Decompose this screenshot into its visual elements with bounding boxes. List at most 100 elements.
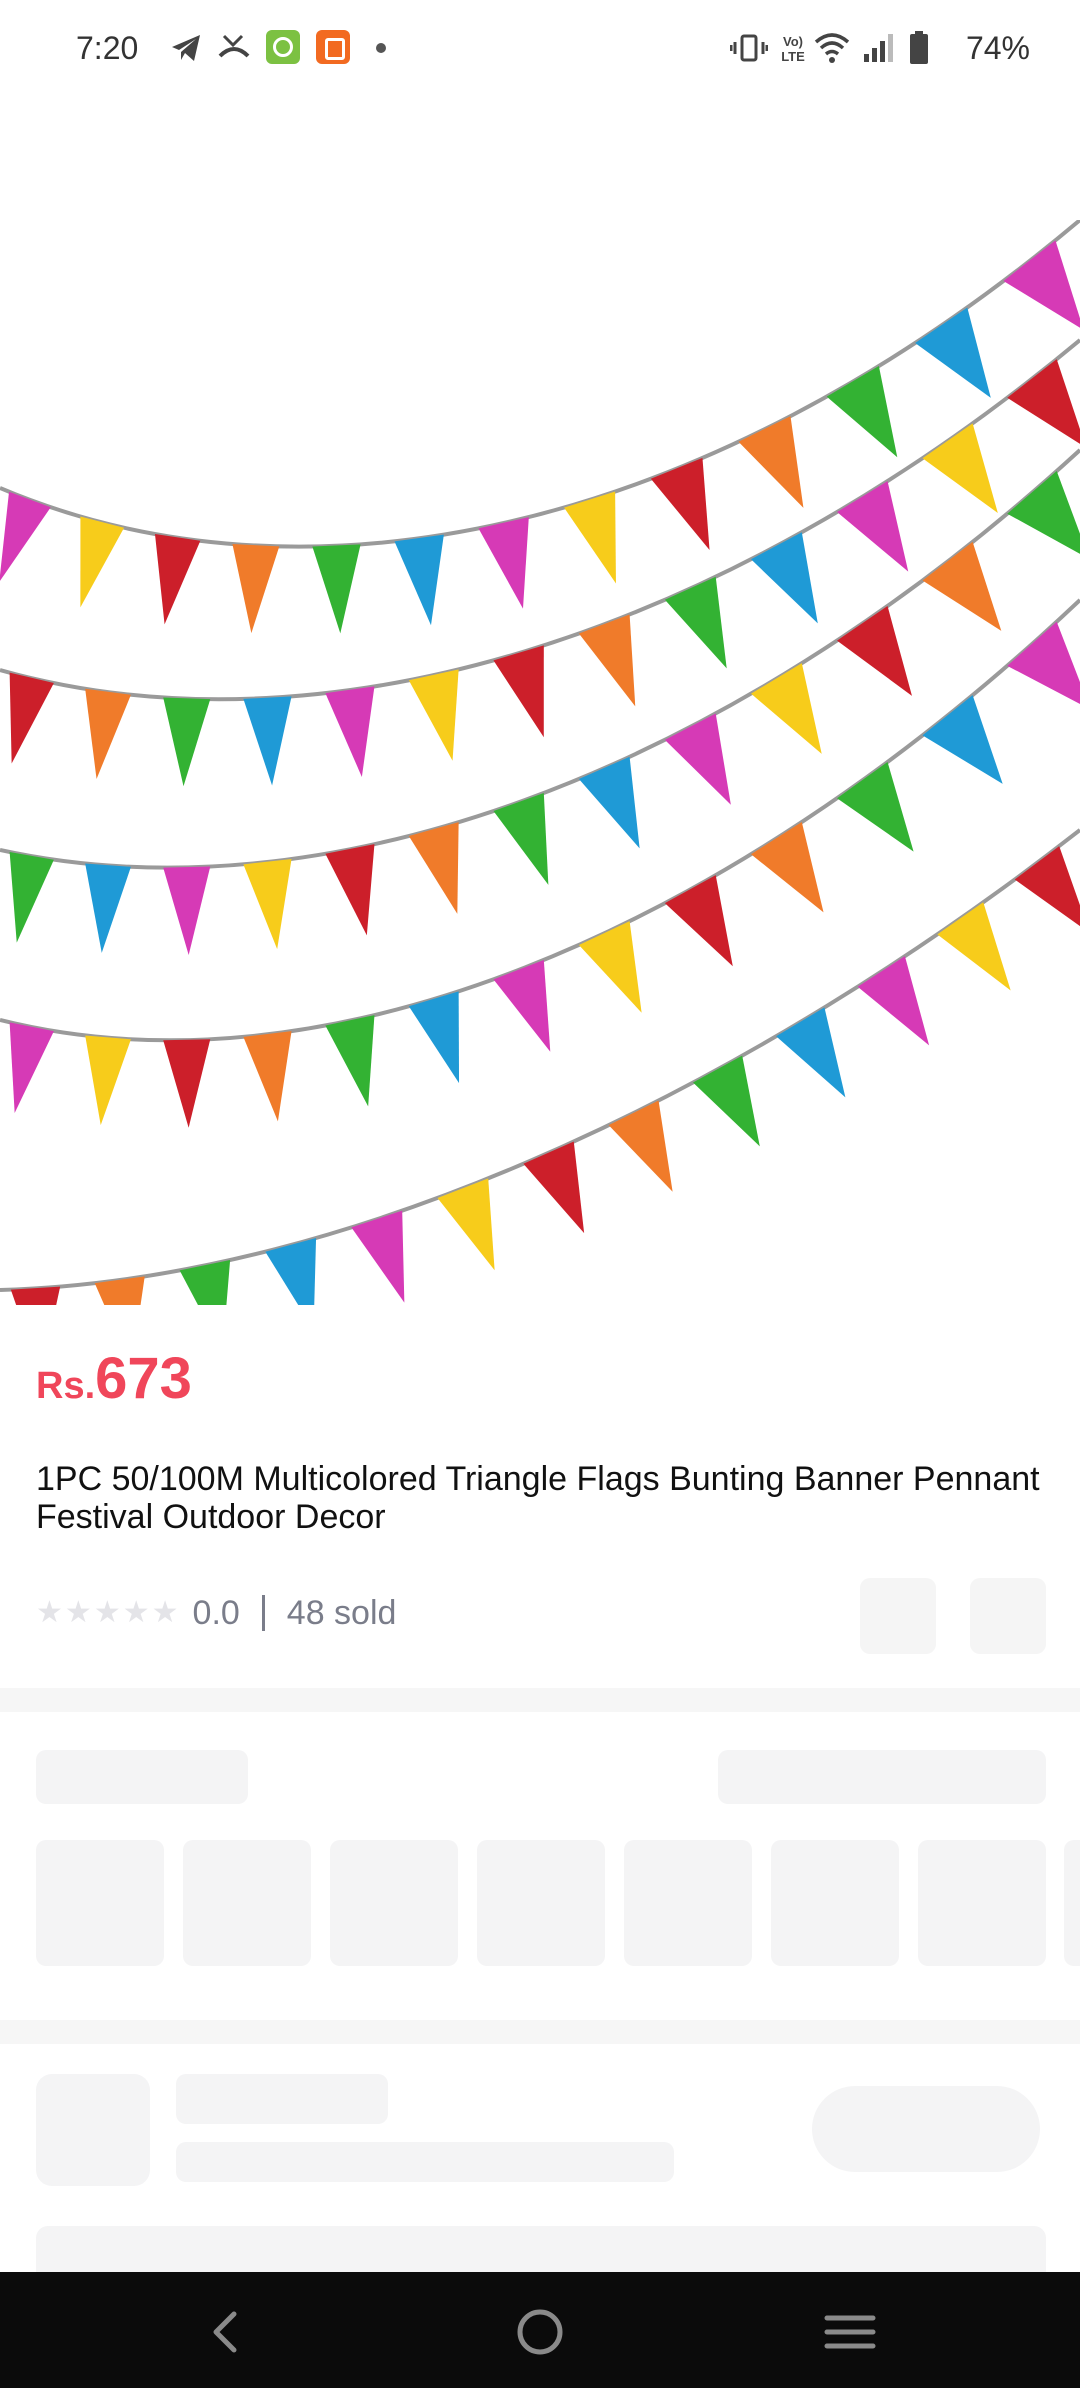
skeleton-bottom-bar (36, 2226, 1046, 2272)
pennant-flag (9, 852, 54, 943)
pennant-flag (154, 533, 201, 625)
pennant-flag (826, 365, 898, 458)
pennant-flag (578, 614, 636, 707)
skeleton-variant-tile[interactable] (771, 1840, 899, 1966)
svg-text:LTE: LTE (781, 49, 805, 64)
skeleton-variant-tile[interactable] (36, 1840, 164, 1966)
pennant-flag (478, 517, 529, 609)
pennant-flag (751, 532, 818, 624)
pennant-flag (312, 544, 361, 634)
pennant-flag (664, 713, 731, 805)
pennant-flag (10, 1286, 61, 1305)
pennant-flag (664, 875, 733, 967)
skeleton-store-info (176, 2142, 674, 2182)
pennant-flag (394, 534, 444, 626)
pennant-flag (837, 481, 909, 572)
pennant-flag (163, 1039, 211, 1128)
pennant-flag (9, 1022, 54, 1114)
pennant-flag (9, 672, 54, 764)
star-icon: ★ (93, 1596, 121, 1629)
pennant-flag (325, 844, 375, 936)
wishlist-button-placeholder[interactable] (970, 1578, 1046, 1654)
rating-row: ★ ★ ★ ★ ★ 0.0 48 sold (36, 1588, 396, 1638)
pennant-flag (578, 921, 642, 1013)
pennant-flag (608, 1100, 673, 1192)
pennant-flag (85, 863, 131, 953)
volte-icon: Vo) LTE (781, 34, 805, 64)
pennant-flag (837, 605, 912, 696)
status-bar: 7:20 Vo) LTE 74% (0, 0, 1080, 100)
share-button-placeholder[interactable] (860, 1578, 936, 1654)
pennant-flag (1003, 240, 1080, 328)
pennant-flag (493, 959, 551, 1052)
product-image[interactable] (0, 220, 1080, 1305)
pennant-flag (751, 663, 822, 754)
system-nav-bar (0, 2272, 1080, 2388)
pennant-flag (325, 1015, 375, 1107)
recents-icon[interactable] (824, 2312, 876, 2352)
missed-call-icon (218, 34, 250, 58)
bunting-string (0, 828, 1080, 1292)
skeleton-variant-tile[interactable] (330, 1840, 458, 1966)
green-app-icon (266, 30, 300, 64)
pennant-flag (857, 956, 930, 1046)
skeleton-variant-tile[interactable] (183, 1840, 311, 1966)
skeleton-link (718, 1750, 1046, 1804)
skeleton-store-name (176, 2074, 388, 2124)
signal-icon (864, 34, 893, 62)
pennant-flag (578, 756, 640, 849)
pennant-flag (937, 902, 1011, 991)
status-time: 7:20 (76, 30, 139, 66)
pennant-flag (243, 696, 292, 786)
pennant-flag (564, 491, 616, 584)
price-currency: Rs. (36, 1365, 96, 1407)
pennant-flag (408, 669, 459, 761)
home-icon[interactable] (516, 2308, 564, 2356)
pennant-flag (650, 457, 710, 550)
skeleton-follow-button[interactable] (812, 2086, 1040, 2172)
pennant-flag (523, 1141, 585, 1234)
pennant-flag (922, 423, 998, 514)
pennant-flag (1007, 359, 1080, 444)
bunting-string (0, 220, 1080, 549)
battery-icon (910, 31, 928, 64)
bunting-flags-image (0, 220, 1080, 1305)
pennant-flag (408, 991, 460, 1084)
pennant-flag (1007, 621, 1080, 704)
pennant-flag (837, 761, 914, 852)
pennant-flag (751, 822, 824, 913)
section-divider (0, 2020, 1080, 2044)
star-icon: ★ (151, 1596, 179, 1629)
dot-icon (376, 43, 386, 53)
skeleton-variant-tile[interactable] (918, 1840, 1046, 1966)
pennant-flag (776, 1007, 846, 1098)
rating-stars: ★ ★ ★ ★ ★ (36, 1598, 179, 1628)
pennant-flag (738, 416, 804, 508)
telegram-icon (172, 35, 200, 61)
skeleton-variant-tile[interactable] (477, 1840, 605, 1966)
pennant-flag (179, 1260, 231, 1305)
pennant-flag (232, 544, 280, 634)
skeleton-variant-tile[interactable] (624, 1840, 752, 1966)
pennant-flag (1007, 471, 1080, 554)
pennant-flag (85, 1035, 131, 1126)
sold-count: 48 sold (286, 1593, 397, 1632)
pennant-flag (493, 645, 544, 738)
pennant-flag (163, 866, 211, 956)
skeleton-variant-tile[interactable] (1064, 1840, 1080, 1966)
divider (261, 1595, 265, 1631)
battery-percentage: 74% (965, 30, 1030, 66)
pennant-flag (437, 1178, 495, 1271)
back-icon[interactable] (206, 2310, 246, 2354)
pennant-flag (163, 697, 211, 787)
section-divider (0, 1688, 1080, 1712)
pennant-flag (408, 822, 459, 914)
star-icon: ★ (36, 1596, 63, 1629)
wifi-icon (814, 33, 850, 63)
skeleton-store-avatar (36, 2074, 150, 2186)
pennant-flag (243, 1031, 292, 1122)
product-title: 1PC 50/100M Multicolored Triangle Flags … (36, 1460, 1040, 1536)
rating-value: 0.0 (192, 1593, 240, 1632)
pennant-flag (243, 858, 292, 950)
star-icon: ★ (122, 1596, 150, 1629)
